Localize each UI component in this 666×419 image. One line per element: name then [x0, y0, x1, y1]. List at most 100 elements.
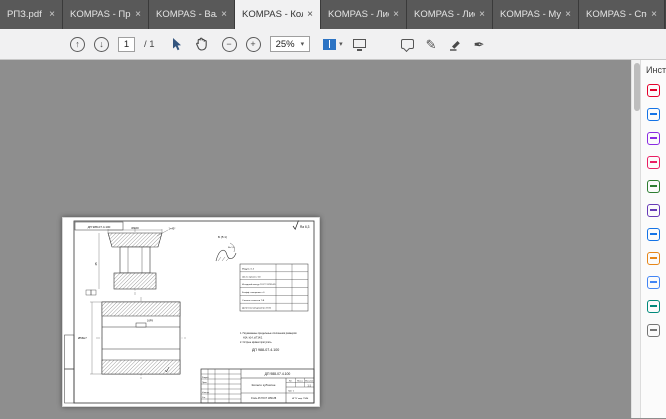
hand-icon [195, 37, 208, 51]
tab-kompas-kol-active[interactable]: KOMPAS - Кол... × [235, 0, 321, 29]
tab-kompas-list-1[interactable]: KOMPAS - Лис... × [321, 0, 407, 29]
highlighter-icon [449, 38, 462, 51]
dim-bore-diameter: Ø56H7 [78, 336, 87, 340]
close-icon[interactable]: × [307, 9, 313, 20]
hand-tool-button[interactable] [194, 34, 209, 54]
cursor-icon [172, 38, 183, 51]
dim-outer-diameter: Ø160 [131, 226, 139, 230]
close-icon[interactable]: × [135, 9, 141, 20]
pencil-icon: ✎ [426, 38, 437, 51]
litera-label: Лит. [289, 380, 293, 382]
tab-kompas-mu[interactable]: KOMPAS - Му... × [493, 0, 579, 29]
sign-tool-button[interactable]: ✒ [472, 34, 487, 54]
acrobat-window: РПЗ.pdf × KOMPAS - Прив... × KOMPAS - Ва… [0, 0, 666, 419]
export-pdf-icon[interactable] [647, 84, 660, 97]
detail-view-label: Б (5:1) [218, 235, 227, 239]
comment-bubble-icon [401, 39, 414, 49]
part-title: Колесо зубчатое [252, 383, 276, 387]
scale-value: 1:1 [307, 383, 311, 387]
page-total-label: / 1 [144, 39, 155, 50]
presentation-mode-button[interactable] [352, 34, 367, 54]
pen-nib-icon: ✒ [474, 38, 485, 51]
arrow-down-icon: ↓ [99, 40, 104, 49]
section-view [99, 228, 168, 295]
titleblock-designation: ДП 988-07.4.100 [265, 372, 291, 376]
main-toolbar: ↑ ↓ 1 / 1 − + 25% ▾ ▾ ✎ [0, 29, 666, 60]
part-material: Сталь 45 ГОСТ 1050-88 [251, 398, 277, 400]
tab-label: KOMPAS - Му... [500, 9, 561, 20]
organization-name: НГТУ каф. ТММ [292, 397, 308, 400]
tab-label: KOMPAS - Лис... [414, 9, 475, 20]
tools-panel-header: Инст [641, 60, 666, 84]
scrollbar-thumb[interactable] [634, 63, 640, 111]
measure-tool-icon[interactable] [647, 276, 660, 289]
scale-label: Масштаб [305, 380, 313, 382]
tab-kompas-list-2[interactable]: KOMPAS - Лис... × [407, 0, 493, 29]
note-line: H14, h14, ±IT14/2. [243, 337, 263, 340]
highlight-tool-button[interactable] [448, 34, 463, 54]
mass-label: Масса [297, 380, 304, 382]
drawing-designation: ДП 988-07.4.100 [252, 348, 279, 352]
select-tool-button[interactable] [170, 34, 185, 54]
table-row: Степень точности 7-B [242, 300, 265, 302]
more-tools-icon[interactable] [647, 324, 660, 337]
stamp-tool-icon[interactable] [647, 252, 660, 265]
tab-label: KOMPAS - Лис... [328, 9, 389, 20]
close-icon[interactable]: × [479, 9, 485, 20]
tab-rpz-pdf[interactable]: РПЗ.pdf × [0, 0, 63, 29]
next-page-button[interactable]: ↓ [94, 37, 109, 52]
roughness-mark: Ra 6,3 [293, 221, 310, 230]
zoom-out-button[interactable]: − [222, 37, 237, 52]
roughness-value: Ra 6,3 [300, 225, 310, 229]
send-sign-icon[interactable] [647, 228, 660, 241]
dim-keyway: 16P9 [147, 320, 153, 323]
tab-kompas-priv[interactable]: KOMPAS - Прив... × [63, 0, 149, 29]
arrow-up-icon: ↑ [75, 40, 80, 49]
stamp-reference-text: ДП 988-07.4.100 [88, 225, 111, 229]
zoom-level-select[interactable]: 25% ▾ [270, 36, 311, 52]
comment-tool-icon[interactable] [647, 156, 660, 169]
fill-sign-icon[interactable] [647, 204, 660, 217]
presentation-screen-icon [353, 39, 366, 48]
tab-label: РПЗ.pdf [7, 9, 45, 20]
detail-roughness: Ra 1,6 [228, 247, 235, 249]
role-label: Пров. [202, 382, 207, 384]
close-icon[interactable]: × [565, 9, 571, 20]
table-row: Число зубьев z 40 [242, 276, 261, 278]
combine-files-icon[interactable] [647, 180, 660, 193]
page-number-input[interactable]: 1 [118, 37, 135, 52]
page-view-icon [323, 39, 336, 50]
tools-panel-icons [647, 84, 660, 337]
note-line: 1. Неуказанные предельные отклонения раз… [240, 332, 297, 335]
page-view-menu-button[interactable]: ▾ [323, 34, 343, 54]
detail-view [216, 243, 236, 261]
dim-chamfer: 1×45° [169, 227, 176, 231]
draw-tool-button[interactable]: ✎ [424, 34, 439, 54]
tab-kompas-spe[interactable]: KOMPAS - Спе... × [579, 0, 665, 29]
dim-width: 45 [94, 262, 98, 266]
tab-label: KOMPAS - Вал... [156, 9, 217, 20]
vertical-scrollbar[interactable] [631, 60, 640, 418]
close-icon[interactable]: × [221, 9, 227, 20]
edit-pdf-icon[interactable] [647, 132, 660, 145]
table-row: Делительный диаметр d 160 [242, 307, 272, 310]
create-pdf-icon[interactable] [647, 108, 660, 121]
certificates-icon[interactable] [647, 300, 660, 313]
previous-page-button[interactable]: ↑ [70, 37, 85, 52]
tab-bar: РПЗ.pdf × KOMPAS - Прив... × KOMPAS - Ва… [0, 0, 666, 29]
close-icon[interactable]: × [393, 9, 399, 20]
zoom-in-button[interactable]: + [246, 37, 261, 52]
add-comment-button[interactable] [400, 34, 415, 54]
close-icon[interactable]: × [49, 9, 55, 20]
sheet-label: Лист 1 [288, 390, 295, 392]
zoom-value: 25% [276, 39, 295, 50]
hub-section-view [90, 297, 186, 379]
close-icon[interactable]: × [651, 9, 657, 20]
document-canvas[interactable]: ДП 988-07.4.100 Ra 6,3 [0, 60, 631, 418]
tools-panel: Инст [640, 60, 666, 418]
pdf-page[interactable]: ДП 988-07.4.100 Ra 6,3 [62, 217, 320, 407]
content-area: ДП 988-07.4.100 Ra 6,3 [0, 60, 666, 418]
tab-label: KOMPAS - Кол... [242, 9, 303, 20]
tab-kompas-val[interactable]: KOMPAS - Вал... × [149, 0, 235, 29]
role-label: Утв. [202, 397, 206, 399]
